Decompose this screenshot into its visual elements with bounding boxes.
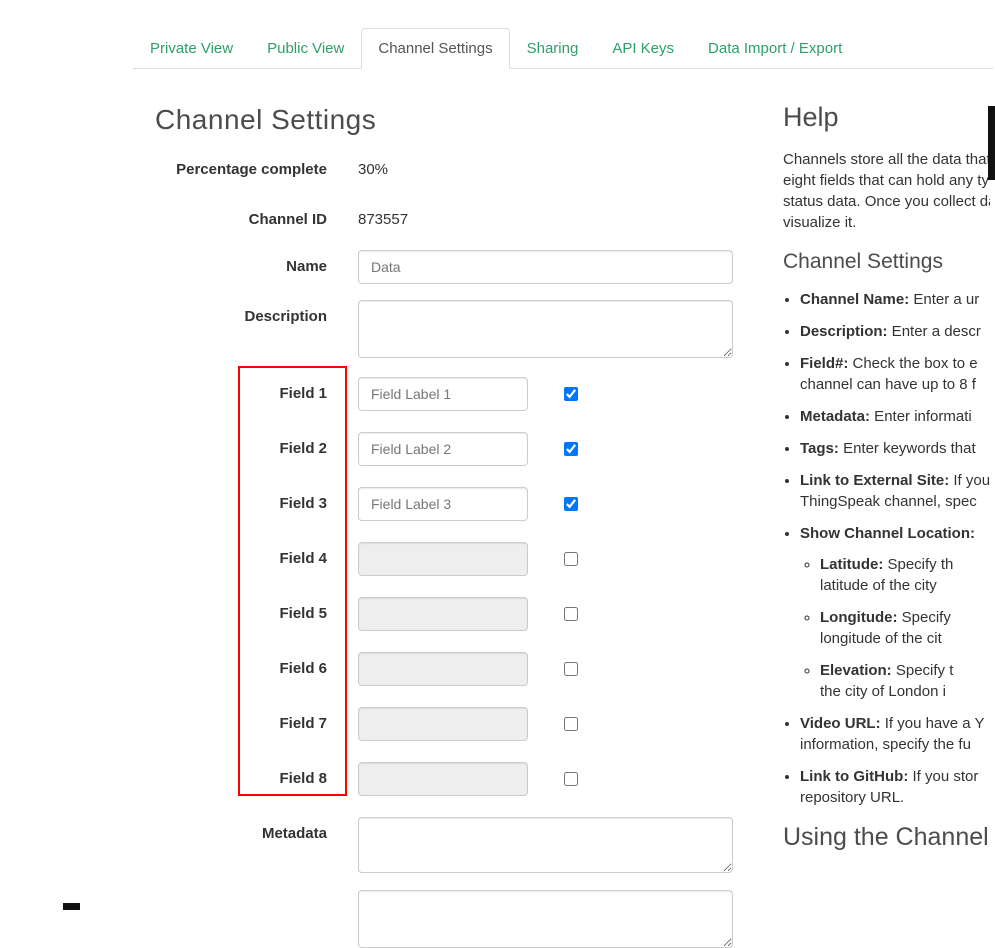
name-label: Name xyxy=(286,258,327,275)
help-intro: Channels store all the data that a eight… xyxy=(783,149,990,233)
field-5-label: Field 5 xyxy=(279,605,327,622)
metadata-label: Metadata xyxy=(261,825,327,842)
field-5-row: Field 5 xyxy=(133,597,773,631)
field-6-row: Field 6 xyxy=(133,652,773,686)
field-8-row: Field 8 xyxy=(133,762,773,796)
help-bullet: Video URL: If you have a Y information, … xyxy=(800,713,990,755)
field-8-input xyxy=(358,762,528,796)
field-7-input xyxy=(358,707,528,741)
help-sub-bullet: Latitude: Specify th latitude of the cit… xyxy=(820,554,990,596)
name-input[interactable] xyxy=(358,250,733,284)
help-intro-line: Channels store all the data that a xyxy=(783,151,990,168)
field-7-row: Field 7 xyxy=(133,707,773,741)
help-using-channel-title: Using the Channel xyxy=(783,823,989,851)
field-1-input[interactable] xyxy=(358,377,528,411)
help-bullet: Field#: Check the box to e channel can h… xyxy=(800,353,990,395)
partial-bottom-row xyxy=(133,890,773,948)
partial-bottom-textarea[interactable] xyxy=(358,890,733,948)
tab-private-view[interactable]: Private View xyxy=(133,28,250,69)
field-3-checkbox[interactable] xyxy=(564,497,578,511)
help-bullet: Tags: Enter keywords that xyxy=(800,438,990,459)
channel-settings-form: Channel Settings Percentage complete 30%… xyxy=(133,100,773,948)
field-2-row: Field 2 xyxy=(133,432,773,466)
field-3-input[interactable] xyxy=(358,487,528,521)
help-intro-line: eight fields that can hold any typ xyxy=(783,172,990,189)
percentage-complete-row: Percentage complete 30% xyxy=(133,160,773,180)
partial-bottom-label xyxy=(133,890,327,948)
help-intro-line: status data. Once you collect dat xyxy=(783,193,990,210)
field-7-label: Field 7 xyxy=(279,715,327,732)
help-bullet: Channel Name: Enter a ur xyxy=(800,289,990,310)
field-3-row: Field 3 xyxy=(133,487,773,521)
help-bullet-list: Channel Name: Enter a ur Description: En… xyxy=(783,289,990,808)
tab-api-keys[interactable]: API Keys xyxy=(595,28,691,69)
help-intro-line: visualize it. xyxy=(783,214,857,231)
field-6-checkbox[interactable] xyxy=(564,662,578,676)
tab-sharing[interactable]: Sharing xyxy=(510,28,596,69)
tab-data-import-export[interactable]: Data Import / Export xyxy=(691,28,859,69)
field-2-label: Field 2 xyxy=(279,440,327,457)
field-4-checkbox[interactable] xyxy=(564,552,578,566)
help-sub-bullet: Longitude: Specify longitude of the cit xyxy=(820,607,990,649)
help-location-sublist: Latitude: Specify th latitude of the cit… xyxy=(800,554,990,702)
field-6-label: Field 6 xyxy=(279,660,327,677)
help-bullet: Link to External Site: If you ThingSpeak… xyxy=(800,470,990,512)
help-channel-settings-title: Channel Settings xyxy=(783,250,943,273)
help-sub-bullet: Elevation: Specify t the city of London … xyxy=(820,660,990,702)
vertical-scrollbar-thumb[interactable] xyxy=(988,106,995,180)
field-5-input xyxy=(358,597,528,631)
name-row: Name xyxy=(133,250,773,284)
description-label: Description xyxy=(244,308,327,325)
field-2-input[interactable] xyxy=(358,432,528,466)
help-panel: Help Channels store all the data that a … xyxy=(783,100,990,910)
help-bullet: Metadata: Enter informati xyxy=(800,406,990,427)
field-3-label: Field 3 xyxy=(279,495,327,512)
tab-public-view[interactable]: Public View xyxy=(250,28,361,69)
field-1-label: Field 1 xyxy=(279,385,327,402)
horizontal-scrollbar-thumb[interactable] xyxy=(63,903,80,910)
field-4-input xyxy=(358,542,528,576)
field-4-row: Field 4 xyxy=(133,542,773,576)
help-bullet: Description: Enter a descr xyxy=(800,321,990,342)
field-2-checkbox[interactable] xyxy=(564,442,578,456)
description-row: Description xyxy=(133,300,773,358)
page-title: Channel Settings xyxy=(155,104,377,135)
help-bullet: Link to GitHub: If you stor repository U… xyxy=(800,766,990,808)
field-8-checkbox[interactable] xyxy=(564,772,578,786)
percentage-complete-value: 30% xyxy=(358,161,389,178)
help-title: Help xyxy=(783,102,839,132)
field-5-checkbox[interactable] xyxy=(564,607,578,621)
help-bullet: Show Channel Location: Latitude: Specify… xyxy=(800,523,990,702)
tab-channel-settings[interactable]: Channel Settings xyxy=(361,28,510,69)
description-textarea[interactable] xyxy=(358,300,733,358)
field-6-input xyxy=(358,652,528,686)
field-7-checkbox[interactable] xyxy=(564,717,578,731)
field-1-checkbox[interactable] xyxy=(564,387,578,401)
field-4-label: Field 4 xyxy=(279,550,327,567)
field-8-label: Field 8 xyxy=(279,770,327,787)
metadata-row: Metadata xyxy=(133,817,773,873)
channel-id-row: Channel ID 873557 xyxy=(133,210,773,230)
channel-id-value: 873557 xyxy=(358,211,409,228)
percentage-complete-label: Percentage complete xyxy=(176,161,327,178)
channel-tabbar: Private View Public View Channel Setting… xyxy=(133,28,993,69)
channel-id-label: Channel ID xyxy=(248,211,327,228)
metadata-textarea[interactable] xyxy=(358,817,733,873)
field-1-row: Field 1 xyxy=(133,377,773,411)
